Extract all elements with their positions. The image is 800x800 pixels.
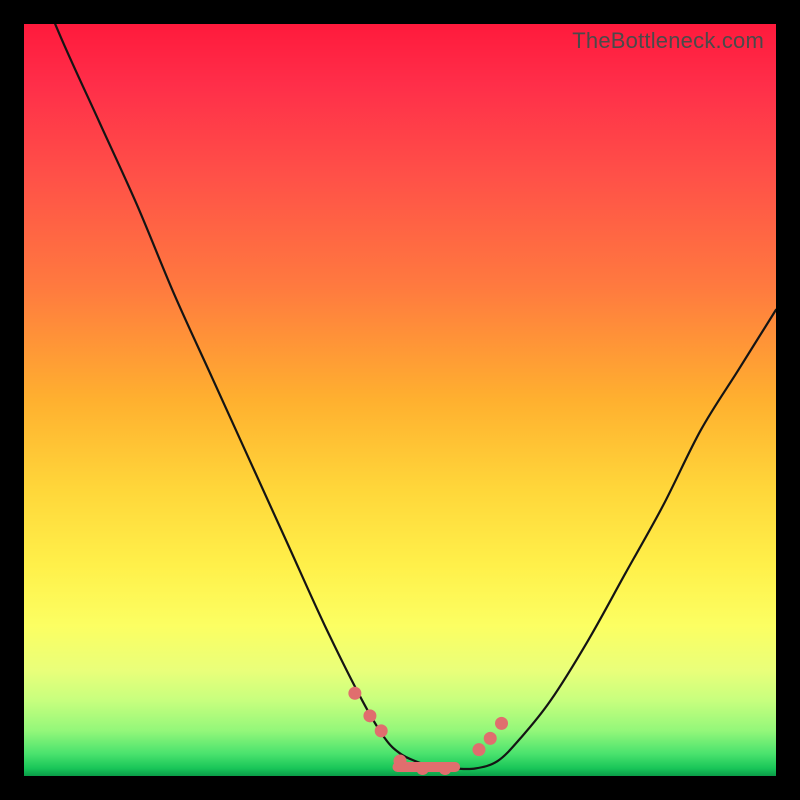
plot-area: TheBottleneck.com xyxy=(24,24,776,776)
curve-marker xyxy=(363,709,376,722)
curve-marker xyxy=(348,687,361,700)
bottleneck-curve-path xyxy=(24,24,776,769)
curve-marker xyxy=(375,724,388,737)
curve-marker xyxy=(394,754,407,767)
curve-marker xyxy=(416,762,429,775)
curve-marker xyxy=(484,732,497,745)
outer-frame: TheBottleneck.com xyxy=(0,0,800,800)
curve-markers-group xyxy=(348,687,508,775)
curve-marker xyxy=(472,743,485,756)
bottleneck-chart xyxy=(24,24,776,776)
curve-marker xyxy=(439,762,452,775)
curve-marker xyxy=(495,717,508,730)
